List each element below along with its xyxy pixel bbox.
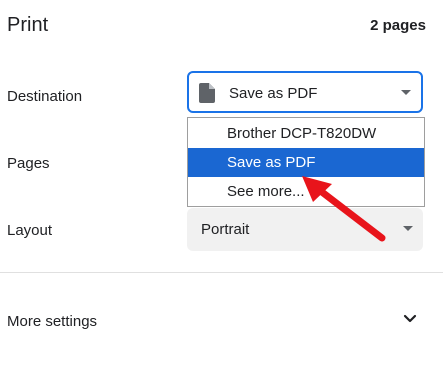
dialog-title: Print (7, 14, 49, 36)
layout-label: Layout (7, 222, 53, 239)
document-icon (199, 83, 215, 103)
chevron-down-icon[interactable] (403, 312, 417, 326)
section-divider (0, 272, 443, 273)
destination-selected-value: Save as PDF (229, 85, 318, 102)
layout-selected-value: Portrait (201, 221, 250, 238)
dropdown-caret-icon (403, 226, 413, 231)
red-arrow-annotation (302, 176, 386, 242)
page-count: 2 pages (370, 17, 426, 34)
dropdown-caret-icon (401, 90, 411, 95)
destination-select[interactable]: Save as PDF (187, 71, 423, 113)
more-settings-label[interactable]: More settings (7, 313, 97, 330)
pages-label: Pages (7, 155, 50, 172)
option-brother-printer[interactable]: Brother DCP-T820DW (188, 119, 424, 148)
destination-label: Destination (7, 88, 83, 105)
